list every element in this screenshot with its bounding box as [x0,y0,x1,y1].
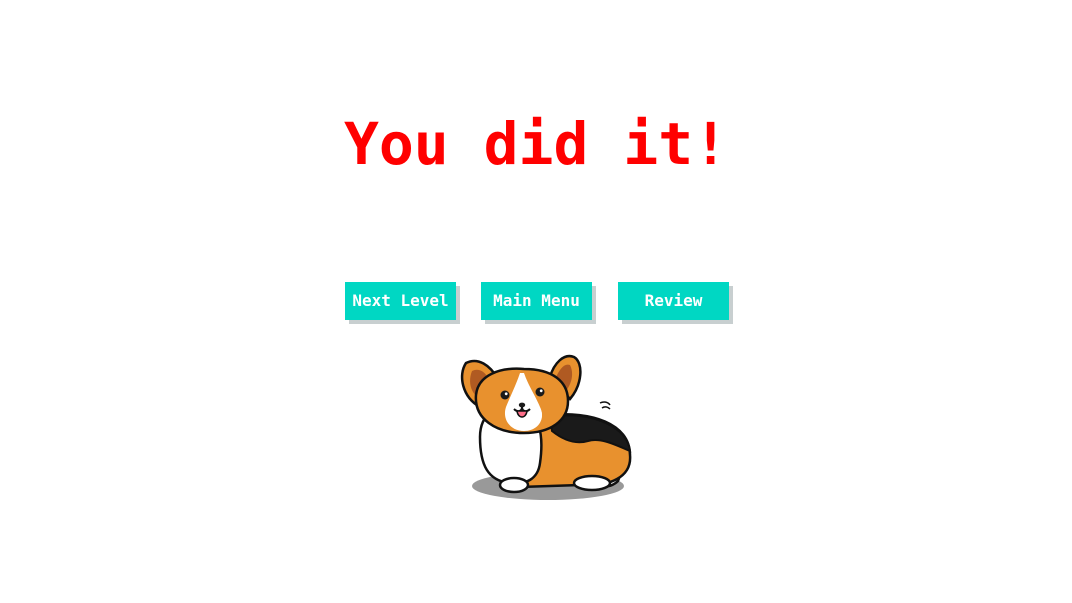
success-title: You did it! [343,110,729,178]
level-complete-screen: You did it! Next Level Main Menu Review [0,0,1072,603]
next-level-button[interactable]: Next Level [345,282,456,320]
corgi-mascot-icon [460,354,632,500]
review-button[interactable]: Review [618,282,729,320]
action-buttons: Next Level Main Menu Review [0,282,1072,326]
main-menu-button[interactable]: Main Menu [481,282,592,320]
